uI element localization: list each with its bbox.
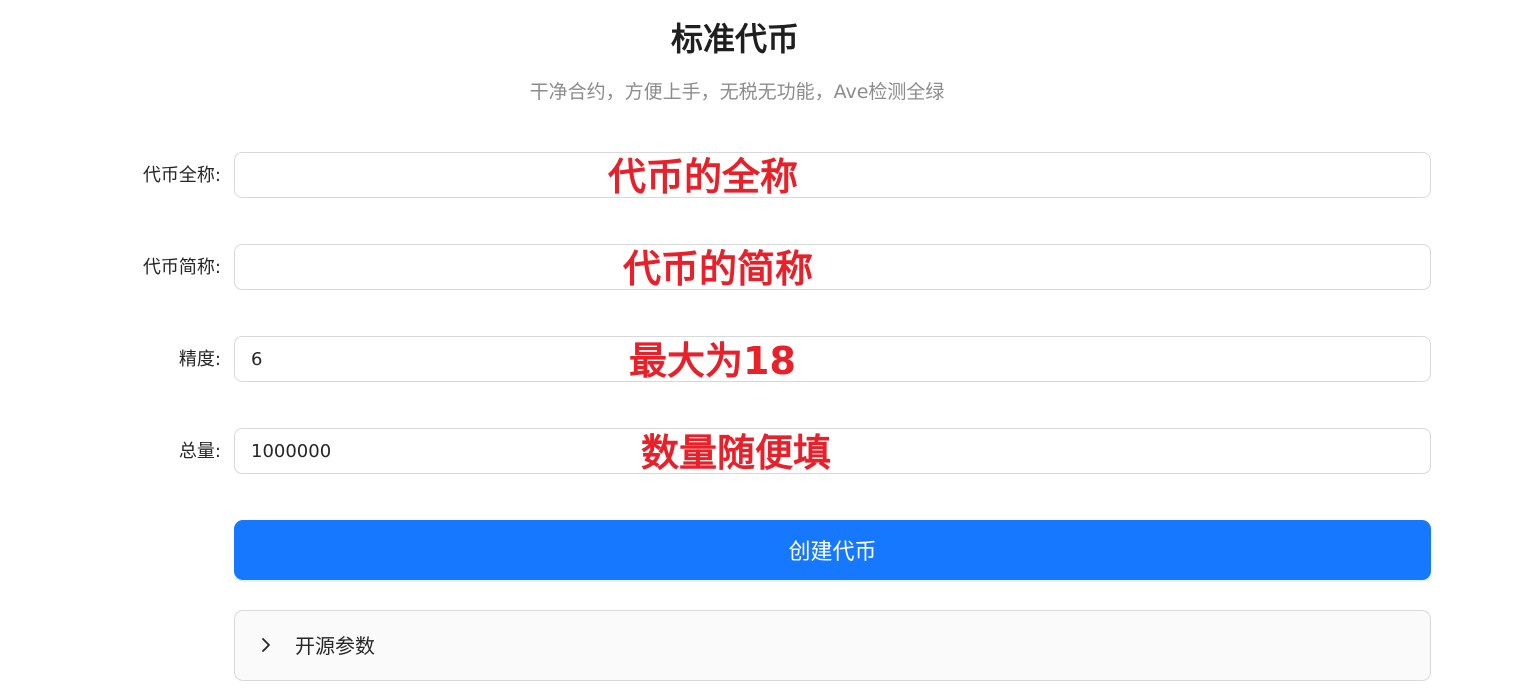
- token-symbol-label: 代币简称:: [142, 257, 221, 278]
- create-token-button[interactable]: 创建代币: [234, 520, 1431, 580]
- create-token-page: 标准代币 干净合约，方便上手，无税无功能，Ave检测全绿 代币全称: 代币的全称…: [0, 0, 1525, 700]
- open-source-params-label: 开源参数: [295, 634, 375, 658]
- page-subtitle: 干净合约，方便上手，无税无功能，Ave检测全绿: [529, 81, 945, 103]
- form-row-total-supply: 总量: 数量随便填: [0, 428, 1525, 476]
- form-row-token-name: 代币全称: 代币的全称: [0, 152, 1525, 200]
- decimals-input[interactable]: [234, 336, 1431, 382]
- open-source-params-header[interactable]: 开源参数: [235, 611, 1430, 680]
- form-row-token-symbol: 代币简称: 代币的简称: [0, 244, 1525, 292]
- token-name-input[interactable]: [234, 152, 1431, 198]
- total-supply-label: 总量:: [178, 441, 221, 462]
- decimals-label: 精度:: [178, 349, 221, 370]
- form-row-decimals: 精度: 最大为18: [0, 336, 1525, 384]
- chevron-right-icon: [262, 638, 270, 652]
- token-symbol-input[interactable]: [234, 244, 1431, 290]
- page-title: 标准代币: [670, 20, 799, 58]
- token-name-label: 代币全称:: [142, 165, 221, 186]
- total-supply-input[interactable]: [234, 428, 1431, 474]
- open-source-params-panel: 开源参数: [234, 610, 1431, 681]
